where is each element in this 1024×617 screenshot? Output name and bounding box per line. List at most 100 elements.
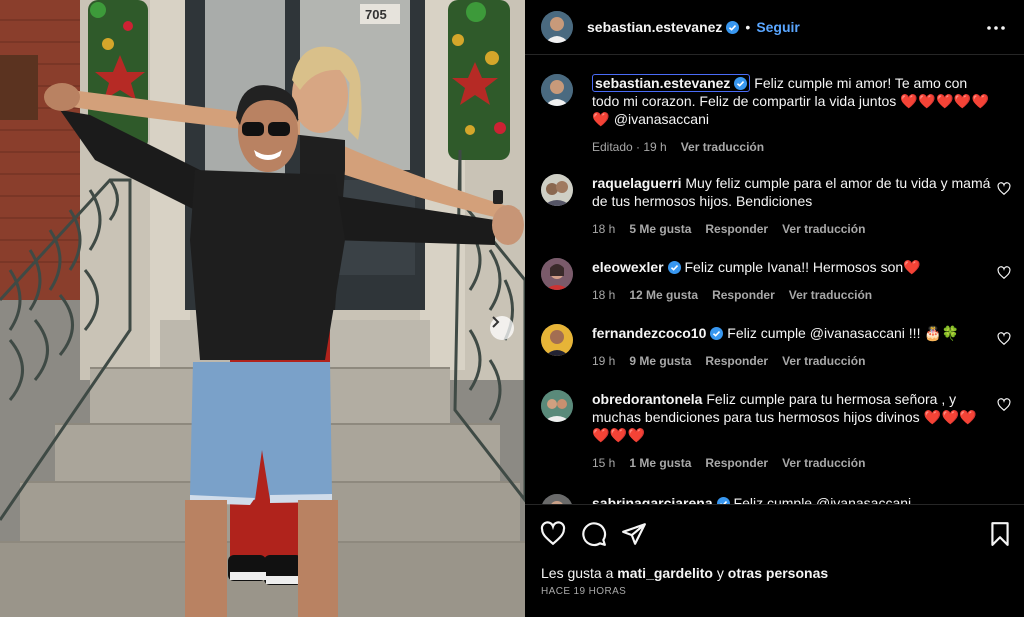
avatar-image — [541, 74, 573, 106]
list-item: raquelaguerri Muy feliz cumple para el a… — [541, 174, 1011, 236]
share-icon[interactable] — [621, 521, 647, 547]
caption: sebastian.estevanez Feliz cumple mi amor… — [541, 74, 1011, 154]
avatar-image — [541, 11, 573, 43]
house-number: 705 — [365, 7, 387, 22]
avatar-image — [541, 324, 573, 356]
list-item: sabrinagarciarena Feliz cumple @ivanasac… — [541, 494, 1011, 504]
post-panel: sebastian.estevanez • Seguir sebastian.e… — [525, 0, 1024, 617]
avatar-image — [541, 390, 573, 422]
translate-link[interactable]: Ver traducción — [789, 288, 872, 302]
list-item: obredorantonela Feliz cumple para tu her… — [541, 390, 1011, 470]
likes-conj: y — [716, 565, 724, 581]
comment-meta: 18 h 5 Me gusta Responder Ver traducción — [592, 222, 1011, 236]
comment-text: sabrinagarciarena Feliz cumple @ivanasac… — [592, 494, 997, 504]
comment-emoji: ❤️❤️❤️ — [923, 409, 978, 425]
avatar[interactable] — [541, 494, 573, 504]
comment-meta: 18 h 12 Me gusta Responder Ver traducció… — [592, 288, 1011, 302]
verified-icon — [667, 261, 681, 274]
carousel-next-button[interactable] — [490, 316, 514, 340]
comment-meta: 15 h 1 Me gusta Responder Ver traducción — [592, 456, 1011, 470]
heart-icon[interactable] — [997, 398, 1011, 412]
comment-body: Feliz cumple Ivana!! Hermosos son — [684, 259, 904, 275]
comment-extra: !!! 🎂🍀 — [908, 325, 960, 341]
comment-body: Feliz cumple — [727, 325, 806, 341]
caption-username-text: sebastian.estevanez — [595, 75, 731, 91]
caption-text: sebastian.estevanez Feliz cumple mi amor… — [592, 74, 997, 128]
likes-prefix: Les gusta a — [541, 565, 614, 581]
post-photo: 705 — [0, 0, 525, 617]
translate-link[interactable]: Ver traducción — [782, 354, 865, 368]
comment-text: eleowexler Feliz cumple Ivana!! Hermosos… — [592, 258, 997, 276]
reply-button[interactable]: Responder — [712, 288, 775, 302]
chevron-right-icon — [492, 316, 500, 328]
translate-link[interactable]: Ver traducción — [782, 456, 865, 470]
comment-icon[interactable] — [581, 521, 607, 547]
heart-icon[interactable] — [997, 182, 1011, 196]
caption-edited: Editado · 19 h — [592, 140, 667, 154]
verified-icon — [710, 327, 724, 340]
list-item: fernandezcoco10 Feliz cumple @ivanasacca… — [541, 324, 1011, 368]
caption-mention[interactable]: @ivanasaccani — [614, 111, 709, 127]
header-separator: • — [745, 19, 751, 35]
likes-others[interactable]: otras personas — [728, 565, 828, 581]
caption-hearts-2: ❤️ — [592, 111, 610, 127]
comment-text: fernandezcoco10 Feliz cumple @ivanasacca… — [592, 324, 997, 342]
comment-likes[interactable]: 5 Me gusta — [629, 222, 691, 236]
comment-likes[interactable]: 12 Me gusta — [629, 288, 698, 302]
comment-time: 15 h — [592, 456, 616, 470]
comment-username[interactable]: sabrinagarciarena — [592, 495, 713, 504]
heart-icon[interactable] — [540, 521, 566, 547]
comment-body: Feliz cumple @ivanasaccani — [733, 495, 912, 504]
follow-button[interactable]: Seguir — [756, 19, 800, 35]
list-item: eleowexler Feliz cumple Ivana!! Hermosos… — [541, 258, 1011, 302]
more-icon — [987, 26, 1005, 30]
bookmark-icon[interactable] — [987, 521, 1013, 547]
avatar[interactable] — [541, 11, 573, 43]
avatar-image — [541, 494, 573, 504]
comment-emoji: ❤️ — [903, 259, 922, 275]
comment-mention[interactable]: @ivanasaccani — [810, 325, 905, 341]
avatar[interactable] — [541, 258, 573, 290]
likes-summary: Les gusta a mati_gardelito y otras perso… — [541, 565, 828, 581]
reply-button[interactable]: Responder — [705, 222, 768, 236]
header-username[interactable]: sebastian.estevanez — [587, 19, 722, 35]
avatar[interactable] — [541, 74, 573, 106]
comment-emoji-2: ❤️❤️❤️ — [592, 427, 646, 443]
reply-button[interactable]: Responder — [705, 354, 768, 368]
post-actions: Les gusta a mati_gardelito y otras perso… — [525, 504, 1024, 617]
verified-icon — [716, 497, 730, 504]
likes-user[interactable]: mati_gardelito — [617, 565, 713, 581]
comment-time: 18 h — [592, 288, 616, 302]
verified-icon — [734, 77, 748, 90]
photo-illustration: 705 — [0, 0, 525, 617]
heart-icon[interactable] — [997, 266, 1011, 280]
avatar-image — [541, 174, 573, 206]
comment-text: raquelaguerri Muy feliz cumple para el a… — [592, 174, 997, 210]
reply-button[interactable]: Responder — [705, 456, 768, 470]
more-options-button[interactable] — [984, 16, 1008, 40]
verified-icon — [726, 20, 740, 34]
caption-username[interactable]: sebastian.estevanez — [592, 74, 751, 92]
heart-icon[interactable] — [997, 332, 1011, 346]
comment-username[interactable]: raquelaguerri — [592, 175, 681, 191]
comment-time: 18 h — [592, 222, 616, 236]
avatar[interactable] — [541, 174, 573, 206]
avatar[interactable] — [541, 390, 573, 422]
caption-hearts: ❤️❤️❤️❤️❤️ — [900, 93, 990, 109]
caption-translate-link[interactable]: Ver traducción — [681, 140, 764, 154]
comment-username[interactable]: eleowexler — [592, 259, 664, 275]
comment-likes[interactable]: 1 Me gusta — [629, 456, 691, 470]
comment-time: 19 h — [592, 354, 616, 368]
avatar[interactable] — [541, 324, 573, 356]
comment-username[interactable]: fernandezcoco10 — [592, 325, 706, 341]
caption-meta: Editado · 19 h Ver traducción — [592, 140, 1011, 154]
comment-text: obredorantonela Feliz cumple para tu her… — [592, 390, 997, 444]
post-timestamp: HACE 19 HORAS — [541, 586, 627, 597]
comment-username[interactable]: obredorantonela — [592, 391, 702, 407]
post-header: sebastian.estevanez • Seguir — [525, 0, 1024, 55]
avatar-image — [541, 258, 573, 290]
comment-meta: 19 h 9 Me gusta Responder Ver traducción — [592, 354, 1011, 368]
comments-list: sebastian.estevanez Feliz cumple mi amor… — [525, 56, 1024, 504]
comment-likes[interactable]: 9 Me gusta — [629, 354, 691, 368]
translate-link[interactable]: Ver traducción — [782, 222, 865, 236]
